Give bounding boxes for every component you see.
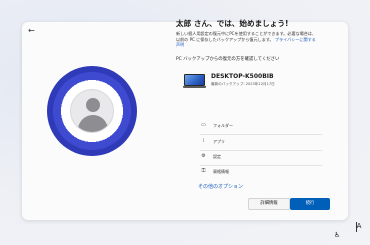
divider <box>200 165 322 166</box>
backup-item-apps: ⁞ アプリ <box>200 138 320 146</box>
backup-item-label: アプリ <box>213 139 225 144</box>
continue-button[interactable]: 続行 <box>290 198 330 210</box>
backup-item-label: フォルダー <box>213 123 233 128</box>
avatar-head-shape <box>86 98 100 112</box>
backup-item-settings: ⚙ 設定 <box>200 153 320 161</box>
device-name: DESKTOP-K500BIB <box>211 73 274 80</box>
settings-icon: ⚙ <box>201 153 206 159</box>
ime-indicator[interactable]: A <box>352 222 366 234</box>
backup-device[interactable]: DESKTOP-K500BIB 最新のバックアップ: 2023年12月17日 <box>183 73 323 89</box>
back-arrow-icon[interactable]: ← <box>28 26 35 35</box>
backup-item-label: 資格情報 <box>213 169 229 174</box>
device-backup-date: 最新のバックアップ: 2023年12月17日 <box>211 82 275 86</box>
backup-item-credentials: ⚿ 資格情報 <box>200 168 320 176</box>
backup-item-folders: ▭ フォルダー <box>200 122 320 130</box>
laptop-icon <box>183 74 206 89</box>
section-label: PC バックアップからの復元の方を確認してください <box>176 57 280 62</box>
credentials-icon: ⚿ <box>201 168 206 174</box>
page-title: 太郎 さん、では、始めましょう! <box>176 19 289 28</box>
user-avatar-ring <box>47 66 137 156</box>
accessibility-icon[interactable]: ♿ <box>334 231 340 239</box>
folder-icon: ▭ <box>201 122 206 128</box>
divider <box>200 134 322 135</box>
avatar <box>70 89 114 133</box>
apps-icon: ⁞ <box>202 138 205 144</box>
description: 新しい個人用設定の復元中にPCを使用することができます。必要な場合は、以前の P… <box>176 31 318 48</box>
avatar-body-shape <box>78 115 108 132</box>
backup-item-label: 設定 <box>213 154 221 159</box>
divider <box>200 150 322 151</box>
details-button[interactable]: 詳細情報 <box>248 198 290 210</box>
other-options-link[interactable]: その他のオプション <box>198 183 243 190</box>
